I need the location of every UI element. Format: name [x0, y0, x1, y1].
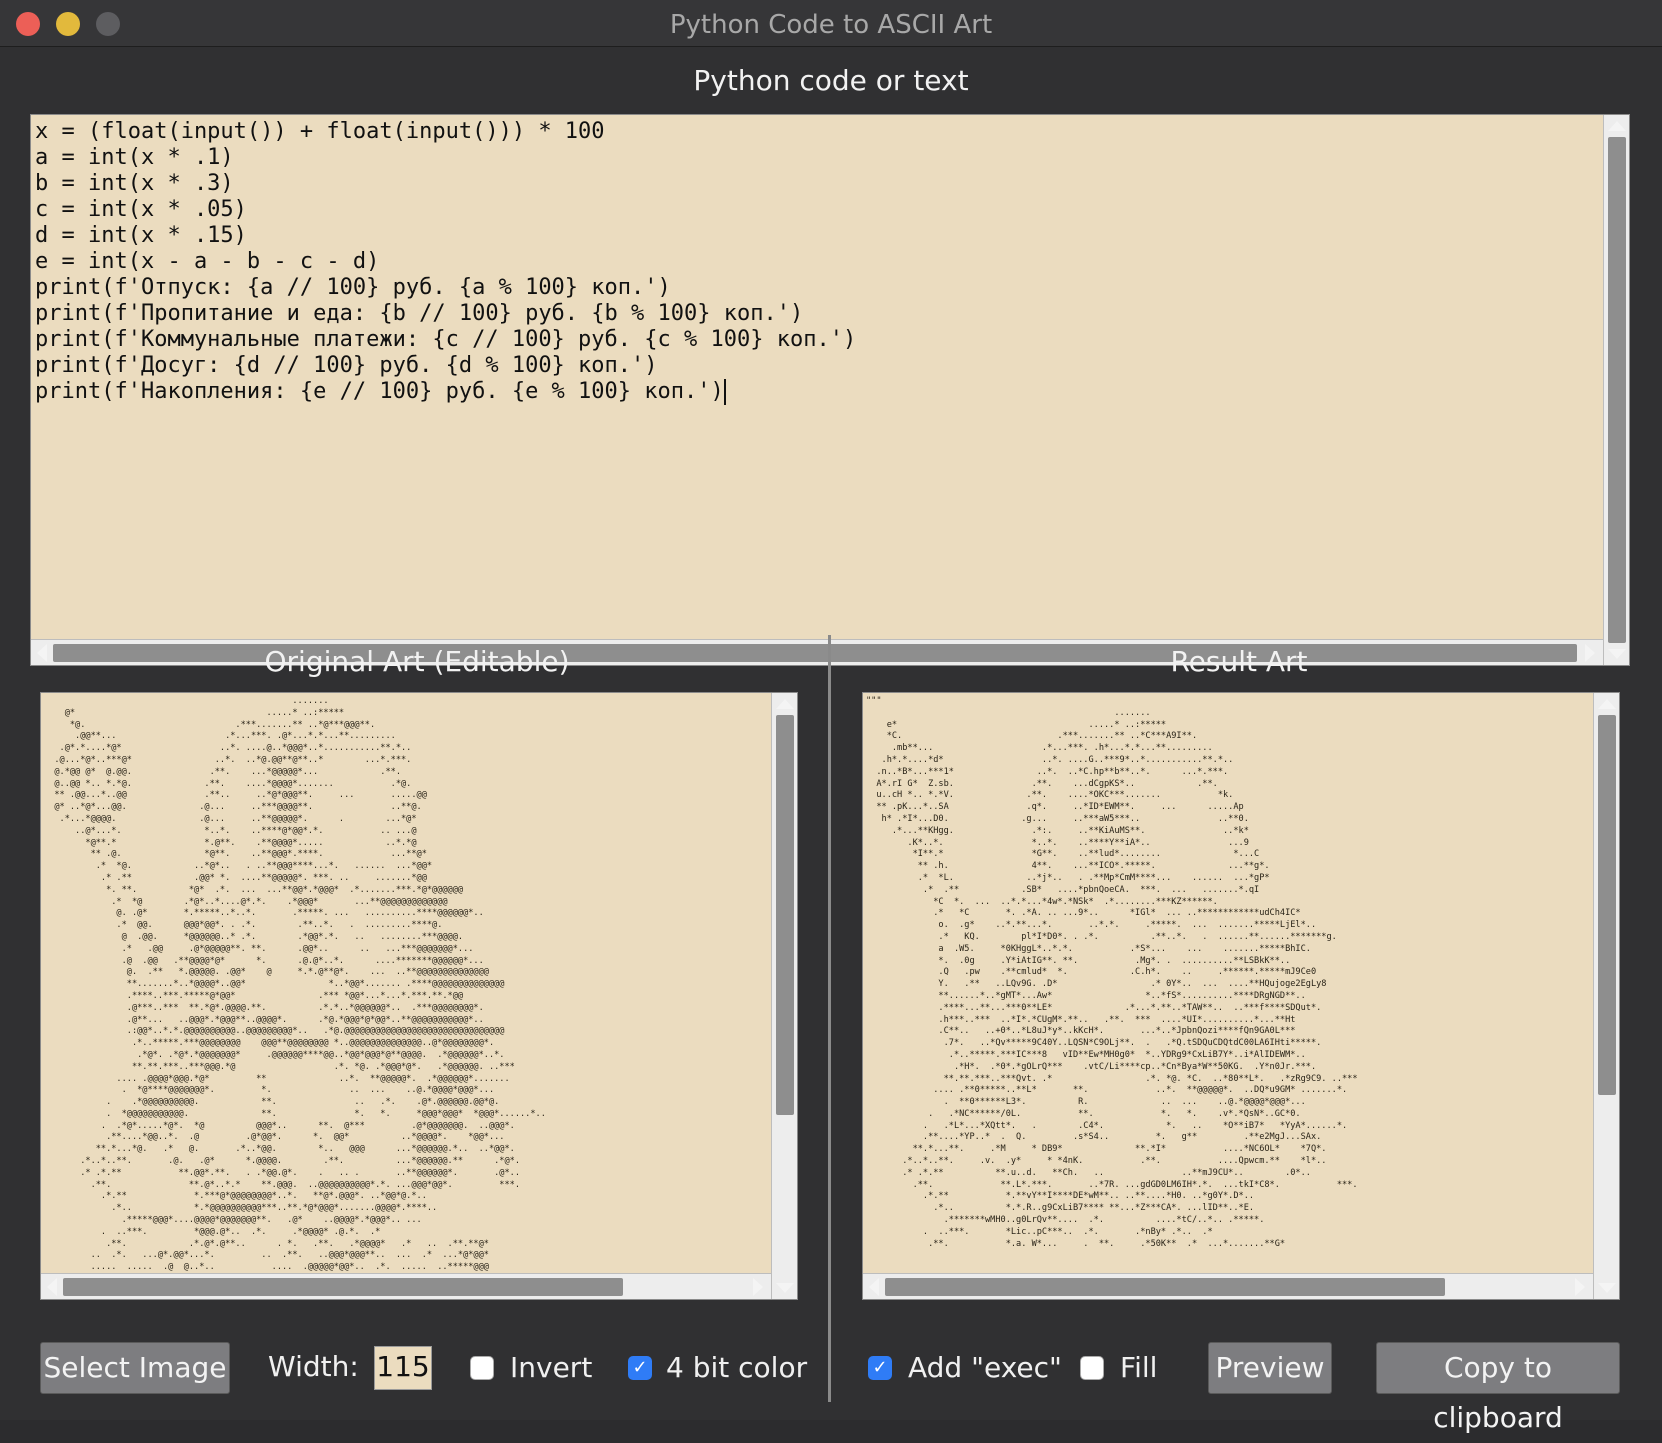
four-bit-color-checkbox[interactable]: ✓ [628, 1356, 652, 1380]
invert-label: Invert [510, 1351, 593, 1384]
original-art-vertical-scrollbar[interactable] [771, 693, 797, 1299]
title-bar: Python Code to ASCII Art [0, 0, 1662, 47]
code-line: a = int(x * .1) [35, 145, 234, 170]
code-line: print(f'Накопления: {e // 100} руб. {e %… [35, 379, 724, 404]
code-section-title: Python code or text [693, 64, 969, 97]
code-line: print(f'Пропитание и еда: {b // 100} руб… [35, 301, 804, 326]
original-art-vertical-scroll-thumb[interactable] [776, 715, 794, 1115]
code-editor[interactable]: x = (float(input()) + float(input())) * … [30, 114, 1630, 666]
code-vertical-scroll-thumb[interactable] [1608, 137, 1626, 643]
result-art-horizontal-scroll-thumb[interactable] [885, 1278, 1445, 1296]
result-art-horizontal-scrollbar[interactable] [863, 1273, 1593, 1299]
result-art-vertical-scrollbar[interactable] [1593, 693, 1619, 1299]
add-exec-checkbox[interactable]: ✓ [868, 1356, 892, 1380]
width-label: Width: [268, 1350, 359, 1383]
main-window: Python code or text x = (float(input()) … [0, 47, 1662, 1434]
fill-label: Fill [1120, 1351, 1158, 1384]
window-title: Python Code to ASCII Art [669, 10, 993, 40]
code-line: d = int(x * .15) [35, 223, 247, 248]
code-line: print(f'Отпуск: {a // 100} руб. {a % 100… [35, 275, 671, 300]
scroll-up-arrow-icon[interactable] [776, 699, 794, 709]
invert-checkbox[interactable] [470, 1356, 494, 1380]
scroll-left-arrow-icon[interactable] [47, 1278, 57, 1296]
width-input[interactable]: 115 [374, 1346, 432, 1390]
original-art-text[interactable]: ....... @* .....* ..:***** *@. .***.....… [44, 696, 546, 1274]
result-art-title: Result Art [1170, 645, 1308, 678]
scroll-right-arrow-icon[interactable] [1575, 1278, 1585, 1296]
result-art-vertical-scroll-thumb[interactable] [1598, 715, 1616, 1095]
original-art-horizontal-scroll-thumb[interactable] [63, 1278, 623, 1296]
original-art-title: Original Art (Editable) [264, 645, 570, 678]
code-text[interactable]: x = (float(input()) + float(input())) * … [35, 119, 856, 405]
original-art-editor[interactable]: ....... @* .....* ..:***** *@. .***.....… [40, 692, 798, 1300]
code-line: b = int(x * .3) [35, 171, 234, 196]
code-vertical-scrollbar[interactable] [1603, 115, 1629, 665]
original-art-horizontal-scrollbar[interactable] [41, 1273, 771, 1299]
result-art-view[interactable]: """ ....... e* .....* ..:***** *C. .***.… [862, 692, 1620, 1300]
add-exec-label: Add "exec" [908, 1351, 1062, 1384]
fill-checkbox[interactable] [1080, 1356, 1104, 1380]
copy-to-clipboard-button[interactable]: Copy to clipboard [1376, 1342, 1620, 1434]
code-line: print(f'Досуг: {d // 100} руб. {d % 100}… [35, 353, 658, 378]
scroll-down-arrow-icon[interactable] [776, 1283, 794, 1293]
scroll-up-arrow-icon[interactable] [1598, 699, 1616, 709]
panel-divider[interactable] [828, 635, 831, 1402]
scroll-left-arrow-icon[interactable] [869, 1278, 879, 1296]
code-line: x = (float(input()) + float(input())) * … [35, 119, 605, 144]
result-art-text[interactable]: """ ....... e* .....* ..:***** *C. .***.… [866, 696, 1358, 1250]
checkmark-icon: ✓ [632, 1357, 648, 1378]
checkmark-icon: ✓ [872, 1357, 888, 1378]
text-caret [723, 379, 726, 405]
scroll-down-arrow-icon[interactable] [1598, 1283, 1616, 1293]
code-line: print(f'Коммунальные платежи: {c // 100}… [35, 327, 857, 352]
scroll-right-arrow-icon[interactable] [753, 1278, 763, 1296]
select-image-button[interactable]: Select Image [40, 1342, 230, 1394]
preview-button[interactable]: Preview [1208, 1342, 1332, 1394]
four-bit-color-label: 4 bit color [666, 1351, 808, 1384]
code-line: c = int(x * .05) [35, 197, 247, 222]
scroll-up-arrow-icon[interactable] [1608, 121, 1626, 131]
code-line: e = int(x - a - b - c - d) [35, 249, 380, 274]
